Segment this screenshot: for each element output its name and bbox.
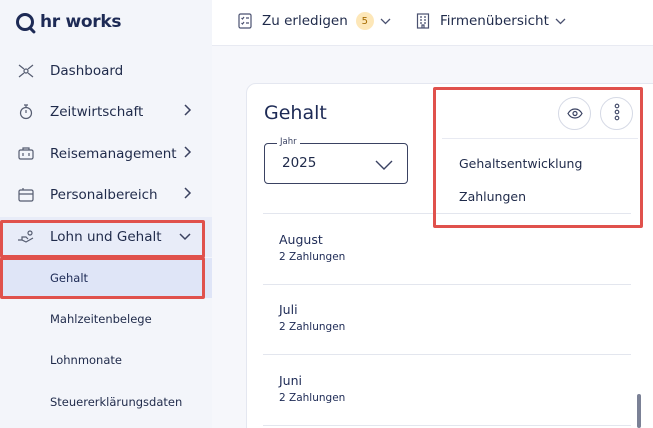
topbar: Zu erledigen 5 Firmenübersicht [212,0,653,46]
divider [263,425,631,426]
menu-item-zahlungen[interactable]: Zahlungen [459,189,526,204]
sidebar-item-label: Zeitwirtschaft [50,104,144,120]
sidebar-item-lohn-und-gehalt[interactable]: Lohn und Gehalt [0,217,212,257]
year-select[interactable]: Jahr 2025 [264,137,408,184]
sidebar-item-zeitwirtschaft[interactable]: Zeitwirtschaft [0,92,212,132]
year-select-value: 2025 [282,155,317,171]
sidebar-item-personalbereich[interactable]: Personalbereich [0,175,212,215]
divider [263,213,631,214]
payment-count: 2 Zahlungen [279,321,346,333]
divider [263,354,631,355]
checklist-icon [238,13,252,29]
todo-button[interactable]: Zu erledigen 5 [238,10,391,32]
company-overview-button[interactable]: Firmenübersicht [416,10,566,32]
sidebar-item-label: Personalbereich [50,187,158,203]
dashboard-icon [17,62,35,80]
chevron-down-icon [555,13,566,29]
personal-area-icon [17,186,35,204]
view-button[interactable] [558,97,591,130]
chevron-down-icon [380,13,391,29]
more-options-menu: Gehaltsentwicklung Zahlungen [442,138,638,224]
sidebar-subitem-mahlzeitenbelege[interactable]: Mahlzeitenbelege [0,299,212,339]
payment-count: 2 Zahlungen [279,251,346,263]
scrollbar[interactable] [637,394,641,428]
more-vertical-icon [614,103,620,125]
company-overview-label: Firmenübersicht [440,13,549,29]
travel-icon [17,145,35,163]
sidebar-item-label: Dashboard [50,63,124,79]
hrworks-logo[interactable]: hr works [16,10,122,34]
todo-label: Zu erledigen [262,13,348,29]
sidebar: hr works Dashboard Zeitwirtschaft Reisem… [0,0,212,428]
sidebar-subitem-lohnmonate[interactable]: Lohnmonate [0,340,212,380]
chevron-right-icon [183,103,192,121]
logo-icon [16,13,34,31]
salary-icon [17,228,35,246]
todo-count-badge: 5 [355,12,374,30]
sidebar-subitem-gehalt[interactable]: Gehalt [0,258,212,298]
chevron-down-icon [178,229,192,245]
divider [263,284,631,285]
sidebar-item-reisemanagement[interactable]: Reisemanagement [0,134,212,174]
sidebar-item-dashboard[interactable]: Dashboard [0,51,212,91]
chevron-right-icon [183,186,192,204]
eye-icon [566,104,583,123]
year-select-label: Jahr [277,137,300,147]
chevron-down-icon [375,156,393,175]
logo-text: hr works [40,12,122,32]
sidebar-subitem-steuererklaerungsdaten[interactable]: Steuererklärungsdaten [0,382,212,422]
sidebar-item-label: Reisemanagement [50,146,177,162]
month-label-august[interactable]: August [279,232,323,247]
month-label-juni[interactable]: Juni [279,373,302,388]
stopwatch-icon [17,103,35,121]
month-label-juli[interactable]: Juli [279,302,298,317]
chevron-right-icon [183,145,192,163]
sidebar-item-label: Lohn und Gehalt [50,229,162,245]
building-icon [416,13,430,29]
more-options-button[interactable] [600,97,633,130]
page-title: Gehalt [264,102,327,124]
payment-count: 2 Zahlungen [279,392,346,404]
menu-item-gehaltsentwicklung[interactable]: Gehaltsentwicklung [459,156,582,171]
